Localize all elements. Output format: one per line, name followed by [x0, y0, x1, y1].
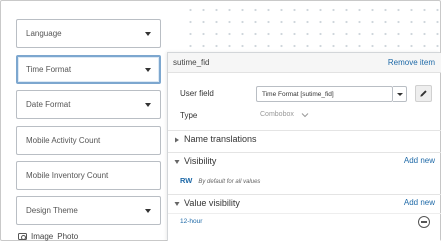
camera-icon	[18, 233, 27, 240]
chevron-down-icon	[145, 32, 151, 36]
chevron-down-icon	[145, 103, 151, 107]
field-label: Mobile Activity Count	[26, 136, 101, 145]
chevron-down-icon	[145, 68, 151, 72]
user-field-label: User field	[180, 89, 214, 98]
user-field-value: Time Format [sutime_fid]	[262, 90, 334, 98]
field-label: Language	[26, 29, 62, 38]
canvas-dot-grid	[180, 0, 441, 56]
value-item-label[interactable]: 12-hour	[180, 218, 202, 225]
chevron-down-icon	[145, 209, 151, 213]
field-label: Date Format	[26, 100, 71, 109]
design-theme-dropdown[interactable]: Design Theme	[16, 196, 161, 225]
pencil-icon	[420, 90, 427, 97]
list-item: 12-hour	[168, 213, 441, 229]
type-value[interactable]: Combobox	[260, 111, 294, 118]
visibility-rule: RW By default for all values	[180, 176, 260, 185]
section-label: Value visibility	[184, 198, 240, 208]
type-label: Type	[180, 111, 198, 120]
triangle-down-icon	[174, 160, 180, 164]
visibility-add-new-link[interactable]: Add new	[404, 156, 435, 165]
panel-header: sutime_fid Remove item	[168, 53, 441, 73]
permission-badge[interactable]: RW	[180, 176, 192, 185]
language-dropdown[interactable]: Language	[16, 19, 161, 48]
image-option[interactable]: Image	[31, 232, 53, 241]
name-translations-section[interactable]: Name translations	[168, 130, 441, 148]
value-visibility-add-new-link[interactable]: Add new	[404, 198, 435, 207]
triangle-right-icon	[175, 137, 179, 143]
date-format-dropdown[interactable]: Date Format	[16, 90, 161, 119]
media-options: Image Photo	[18, 232, 78, 241]
section-label: Name translations	[184, 134, 257, 144]
chevron-down-icon[interactable]	[301, 112, 309, 118]
remove-item-link[interactable]: Remove item	[388, 58, 435, 67]
field-label: Design Theme	[26, 206, 78, 215]
edit-button[interactable]	[415, 85, 432, 102]
mobile-activity-count-field[interactable]: Mobile Activity Count	[16, 126, 161, 155]
field-id: sutime_fid	[173, 58, 210, 67]
section-label: Visibility	[184, 156, 217, 166]
permission-description: By default for all values	[198, 179, 261, 185]
field-label: Time Format	[26, 65, 72, 74]
triangle-down-icon	[174, 202, 180, 206]
value-visibility-section[interactable]: Value visibility Add new	[168, 194, 441, 212]
visibility-section[interactable]: Visibility Add new	[168, 152, 441, 170]
user-field-select[interactable]: Time Format [sutime_fid]	[256, 86, 393, 102]
form-canvas: Language Time Format Date Format Mobile …	[0, 0, 180, 241]
mobile-inventory-count-field[interactable]: Mobile Inventory Count	[16, 161, 161, 190]
chevron-down-icon[interactable]	[393, 86, 407, 102]
photo-option[interactable]: Photo	[57, 232, 78, 241]
field-label: Mobile Inventory Count	[26, 171, 109, 180]
field-properties-panel: sutime_fid Remove item User field Time F…	[167, 52, 441, 241]
minus-circle-icon[interactable]	[418, 216, 430, 228]
time-format-dropdown[interactable]: Time Format	[16, 55, 161, 84]
